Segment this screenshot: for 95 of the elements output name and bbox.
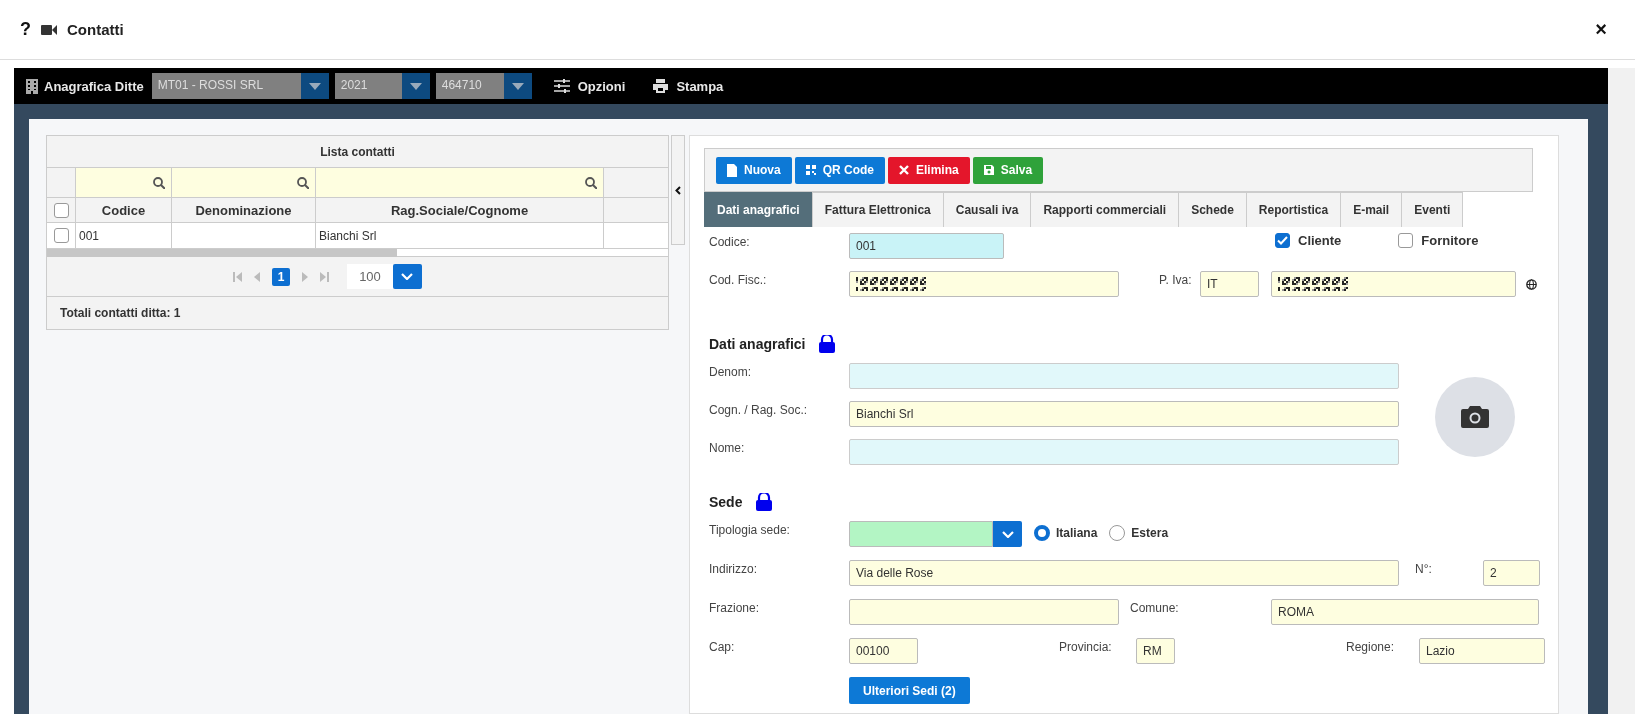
tab[interactable]: E-mail xyxy=(1340,192,1403,227)
input-field[interactable] xyxy=(849,599,1119,625)
file-icon xyxy=(727,163,737,177)
input-field[interactable]: RM xyxy=(1136,638,1175,664)
collapse-button[interactable] xyxy=(671,135,685,245)
input-field[interactable] xyxy=(849,363,1399,389)
field-label: Cogn. / Rag. Soc.: xyxy=(709,402,809,417)
input-field[interactable]: IT xyxy=(1200,271,1259,297)
chevron-down-icon xyxy=(1001,530,1014,538)
globe-icon[interactable] xyxy=(1526,279,1537,290)
new-button[interactable]: Nuova xyxy=(716,156,792,184)
input-field[interactable] xyxy=(849,439,1399,465)
input-field[interactable] xyxy=(849,271,1119,297)
next-page-icon[interactable] xyxy=(302,271,309,282)
previous-page-icon[interactable] xyxy=(254,271,261,282)
horizontal-scrollbar[interactable] xyxy=(47,249,397,257)
input-field[interactable]: ROMA xyxy=(1271,599,1539,625)
input-field[interactable]: 001 xyxy=(849,233,1004,259)
qr-code-button[interactable]: QR Code xyxy=(794,156,886,184)
caret-icon xyxy=(511,82,524,90)
field-label: Tipologia sede: xyxy=(709,522,791,537)
redaction-mark xyxy=(856,277,926,291)
cliente-checkbox[interactable]: Cliente xyxy=(1275,233,1342,248)
tab[interactable]: Fattura Elettronica xyxy=(811,192,944,227)
section-title: Dati anagrafici xyxy=(709,336,806,352)
scrollbar[interactable] xyxy=(1608,68,1635,714)
input-field[interactable]: Via delle Rose xyxy=(849,560,1399,586)
search-icon xyxy=(153,176,165,189)
table-cell: Bianchi Srl xyxy=(316,223,604,248)
filter-field[interactable] xyxy=(316,168,604,197)
field-label: Regione: xyxy=(1346,639,1396,654)
chevron-down-icon xyxy=(401,273,414,280)
tab[interactable]: Dati anagrafici xyxy=(704,192,813,227)
row-checkbox[interactable] xyxy=(53,228,69,243)
radio-option[interactable]: Italiana xyxy=(1034,525,1098,541)
tab[interactable]: Eventi xyxy=(1401,192,1464,227)
tab[interactable]: Causali iva xyxy=(942,192,1032,227)
input-field[interactable]: Lazio xyxy=(1419,638,1545,664)
field-label: Indirizzo: xyxy=(709,561,759,576)
grid-footer: Totali contatti ditta: 1 xyxy=(47,297,668,329)
field-label: Comune: xyxy=(1130,600,1180,615)
first-page-icon[interactable] xyxy=(233,271,243,282)
fornitore-checkbox[interactable]: Fornitore xyxy=(1398,233,1479,248)
video-camera-icon xyxy=(41,23,57,36)
field-label: Codice: xyxy=(709,234,751,249)
help-icon[interactable]: ? xyxy=(20,19,31,40)
field-label: Denom: xyxy=(709,364,753,379)
caret-icon xyxy=(308,82,321,90)
page-button[interactable]: 1 xyxy=(272,267,291,286)
caret-icon xyxy=(409,82,422,90)
search-icon xyxy=(585,176,597,189)
input-field[interactable]: 00100 xyxy=(849,638,918,664)
padlock-icon[interactable] xyxy=(819,335,836,353)
input-field[interactable]: 2 xyxy=(1483,560,1540,586)
field-label: Nome: xyxy=(709,440,746,455)
select-all-checkbox[interactable] xyxy=(53,202,69,218)
printer-icon xyxy=(653,79,669,93)
last-page-icon[interactable] xyxy=(320,271,330,282)
filter-field[interactable] xyxy=(172,168,316,197)
close-button[interactable]: × xyxy=(1595,18,1607,41)
print-button[interactable]: Stampa xyxy=(647,77,730,95)
column-header[interactable]: Denominazione xyxy=(172,198,316,222)
padlock-icon[interactable] xyxy=(756,493,773,511)
building-icon xyxy=(26,78,38,94)
chevron-left-icon xyxy=(675,185,681,195)
field-label: Cod. Fisc.: xyxy=(709,272,768,287)
qr-code-icon xyxy=(805,165,816,175)
filter-field[interactable] xyxy=(76,168,172,197)
window-title: Contatti xyxy=(67,21,124,38)
delete-button[interactable]: Elimina xyxy=(888,156,970,184)
field-label: Cap: xyxy=(709,639,736,654)
field-label: Provincia: xyxy=(1059,639,1113,654)
redaction-mark xyxy=(1278,277,1348,291)
tab[interactable]: Reportistica xyxy=(1245,192,1342,227)
x-icon xyxy=(899,165,910,175)
camera-icon xyxy=(1461,406,1489,428)
toolbar-title: Anagrafica Ditte xyxy=(44,78,144,94)
column-header[interactable]: Codice xyxy=(76,198,172,222)
checkmark-icon xyxy=(1277,236,1288,245)
site-type-dropdown[interactable] xyxy=(849,521,1022,547)
more-locations-button[interactable]: Ulteriori Sedi (2) xyxy=(849,677,970,704)
input-field[interactable]: Bianchi Srl xyxy=(849,401,1399,427)
tab[interactable]: Rapporti commerciali xyxy=(1030,192,1180,227)
radio-option[interactable]: Estera xyxy=(1109,525,1169,541)
sliders-icon xyxy=(553,79,570,93)
column-header[interactable]: Rag.Sociale/Cognome xyxy=(316,198,604,222)
input-field[interactable] xyxy=(1271,271,1516,297)
field-label: P. Iva: xyxy=(1159,272,1193,287)
options-button[interactable]: Opzioni xyxy=(547,77,632,95)
search-icon xyxy=(297,176,309,189)
tab[interactable]: Schede xyxy=(1178,192,1247,227)
field-label: N°: xyxy=(1415,561,1433,576)
section-title: Sede xyxy=(709,494,743,510)
field-label: Frazione: xyxy=(709,600,761,615)
table-cell: 001 xyxy=(76,223,172,248)
